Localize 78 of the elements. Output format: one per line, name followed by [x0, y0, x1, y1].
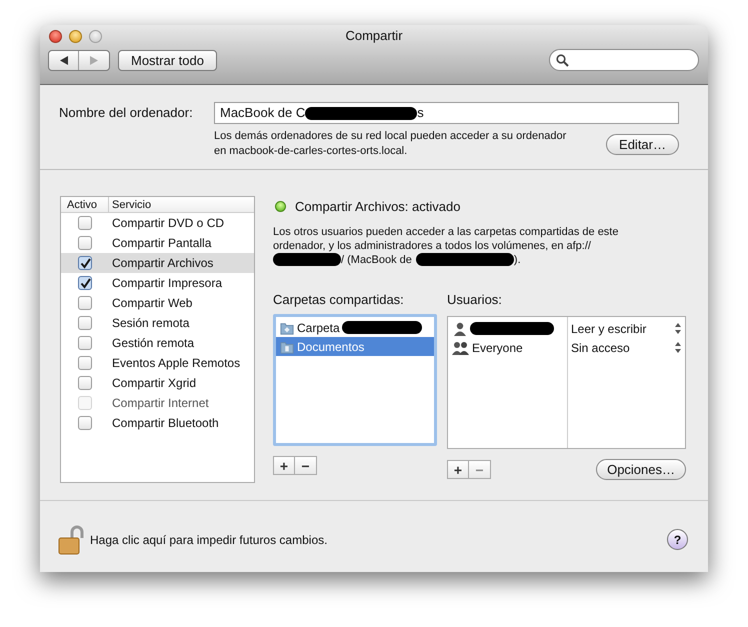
back-forward-control[interactable]: [48, 50, 110, 70]
checkbox[interactable]: [78, 356, 92, 370]
folder-name: Documentos: [297, 338, 364, 356]
search-icon: [556, 54, 569, 66]
permission-popup[interactable]: Sin acceso: [568, 338, 685, 357]
service-row[interactable]: Gestión remota: [61, 333, 254, 353]
checkbox[interactable]: [78, 316, 92, 330]
folder-icon: [279, 320, 295, 334]
service-name: Compartir Pantalla: [111, 235, 212, 252]
add-button[interactable]: +: [273, 456, 295, 475]
checkbox[interactable]: [78, 216, 92, 230]
forward-arrow-icon: [90, 56, 98, 64]
computer-name-field[interactable]: MacBook de C s: [214, 102, 679, 124]
checkbox[interactable]: [78, 276, 92, 290]
checkbox[interactable]: [78, 296, 92, 310]
service-row[interactable]: Eventos Apple Remotos: [61, 353, 254, 373]
minimize-button[interactable]: [69, 30, 82, 42]
user-row[interactable]: Everyone: [448, 338, 567, 357]
column-header[interactable]: Activo: [61, 197, 109, 212]
back-arrow-icon: [60, 56, 68, 64]
service-name: Compartir Bluetooth: [111, 415, 219, 432]
service-row[interactable]: Compartir Web: [61, 293, 254, 313]
show-all-button[interactable]: Mostrar todo: [118, 50, 217, 70]
remove-button[interactable]: −: [295, 456, 317, 475]
stepper-arrows-icon: [675, 323, 681, 334]
folder-icon: [279, 340, 295, 354]
add-button[interactable]: +: [447, 460, 469, 479]
service-row[interactable]: Compartir Impresora: [61, 273, 254, 293]
folder-name: Carpeta: [297, 320, 340, 336]
window-title: Compartir: [345, 27, 403, 46]
status-text: Compartir Archivos: activado: [295, 198, 460, 216]
address-text: / (MacBook de: [341, 252, 412, 266]
stepper-arrows-icon: [675, 342, 681, 353]
checkbox[interactable]: [78, 236, 92, 250]
service-name: Compartir Web: [111, 295, 192, 312]
redaction-mark: [273, 253, 341, 266]
folder-row[interactable]: Carpeta: [276, 318, 434, 337]
address-text: ).: [514, 252, 521, 266]
folders-label: Carpetas compartidas:: [273, 290, 405, 309]
close-button[interactable]: [49, 30, 62, 42]
options-button[interactable]: Opciones…: [596, 459, 686, 480]
service-name: Compartir Internet: [111, 395, 209, 412]
computer-name-text: s: [417, 104, 424, 122]
folder-row[interactable]: Documentos: [276, 337, 434, 356]
edit-button[interactable]: Editar…: [606, 134, 679, 154]
users-label: Usuarios:: [447, 290, 503, 308]
people-icon: [452, 340, 470, 354]
search-field[interactable]: [549, 49, 699, 71]
user-name: Everyone: [472, 340, 523, 356]
service-name: Compartir Impresora: [111, 275, 222, 292]
computer-name-text: MacBook de C: [220, 104, 306, 122]
service-name: Compartir DVD o CD: [111, 215, 224, 232]
computer-name-label: Nombre del ordenador:: [59, 104, 194, 122]
checkbox[interactable]: [78, 256, 92, 270]
checkbox[interactable]: [78, 336, 92, 350]
service-row[interactable]: Compartir Archivos: [61, 253, 254, 273]
status-description: Los otros usuarios pueden acceder a las carpetas compartidas de este ordenador, y los administradores a todos los volúmenes, en afp://: [273, 226, 618, 252]
service-row[interactable]: Compartir Bluetooth: [61, 413, 254, 433]
service-row[interactable]: Sesión remota: [61, 313, 254, 333]
service-name: Gestión remota: [111, 335, 194, 352]
lock-message: Haga clic aquí para impedir futuros cambios.: [90, 532, 328, 548]
checkbox[interactable]: [78, 376, 92, 390]
checkbox[interactable]: [78, 416, 92, 430]
service-row[interactable]: Compartir DVD o CD: [61, 213, 254, 233]
checkmark-icon: [80, 258, 90, 268]
service-row[interactable]: Compartir Pantalla: [61, 233, 254, 253]
network-note: Los demás ordenadores de su red local pueden acceder a su ordenador en macbook-de-carles-cortes-orts.local.: [214, 129, 568, 159]
service-name: Compartir Archivos: [111, 255, 214, 272]
permission-popup[interactable]: Leer y escribir: [568, 319, 685, 338]
person-icon: [452, 322, 468, 336]
service-name: Compartir Xgrid: [111, 375, 196, 392]
open-padlock-icon[interactable]: [58, 524, 84, 554]
help-button[interactable]: ?: [667, 529, 688, 550]
column-header[interactable]: Servicio: [109, 197, 152, 212]
service-row[interactable]: Compartir Xgrid: [61, 373, 254, 393]
service-name: Eventos Apple Remotos: [111, 355, 240, 372]
checkmark-icon: [80, 278, 90, 288]
service-name: Sesión remota: [111, 315, 190, 332]
